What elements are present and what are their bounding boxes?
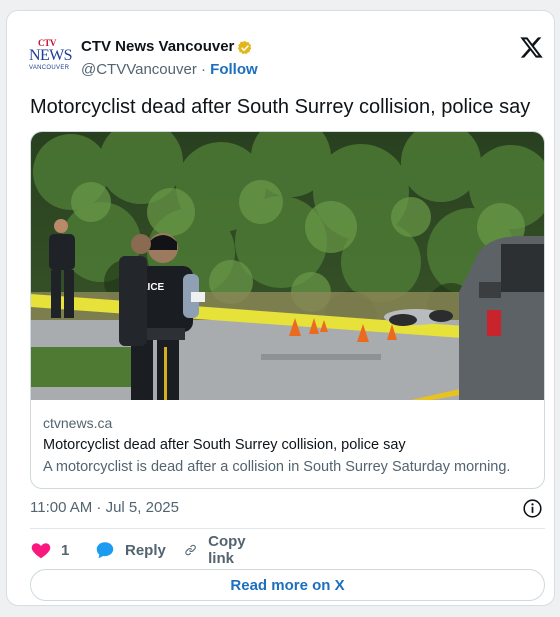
avatar-city-text: VANCOUVER	[29, 65, 70, 71]
reply-bubble-icon	[96, 542, 114, 559]
avatar[interactable]: CTV NEWS VANCOUVER	[27, 38, 73, 74]
article-photo[interactable]: POLICE	[31, 132, 545, 400]
author-handle[interactable]: @CTVVancouver	[81, 61, 197, 78]
reply-label: Reply	[125, 541, 166, 559]
copy-link-button[interactable]: Copy link	[184, 533, 253, 567]
separator-dot: ·	[201, 61, 206, 78]
follow-link[interactable]: Follow	[210, 61, 258, 78]
author-name[interactable]: CTV News Vancouver	[81, 38, 234, 55]
like-count: 1	[61, 539, 69, 561]
like-button[interactable]	[30, 539, 52, 561]
author-handle-row: @CTVVancouver · Follow	[81, 61, 258, 78]
heart-icon	[31, 543, 51, 559]
verified-badge-icon	[238, 41, 252, 55]
like-count-text: 1	[61, 541, 70, 559]
avatar-news-text: NEWS	[29, 47, 73, 64]
copy-link-label: Copy link	[208, 533, 246, 567]
read-more-label: Read more on X	[230, 576, 345, 594]
link-icon	[185, 544, 196, 556]
link-preview-card[interactable]: POLICE ctvnews.ca Motorcyclist dead afte…	[30, 131, 545, 489]
reply-button[interactable]: Reply	[94, 539, 166, 561]
tweet-text: Motorcyclist dead after South Surrey col…	[30, 96, 531, 118]
divider	[30, 528, 545, 529]
link-description: A motorcyclist is dead after a collision…	[43, 459, 511, 475]
read-more-button[interactable]: Read more on X	[30, 569, 545, 601]
x-logo-icon[interactable]	[519, 35, 544, 60]
info-icon[interactable]	[522, 498, 543, 519]
link-title[interactable]: Motorcyclist dead after South Surrey col…	[43, 437, 406, 453]
tweet-embed-card: CTV NEWS VANCOUVER CTV News Vancouver @C…	[6, 10, 555, 606]
tweet-timestamp[interactable]: 11:00 AM · Jul 5, 2025	[30, 499, 179, 516]
link-domain: ctvnews.ca	[43, 415, 113, 431]
